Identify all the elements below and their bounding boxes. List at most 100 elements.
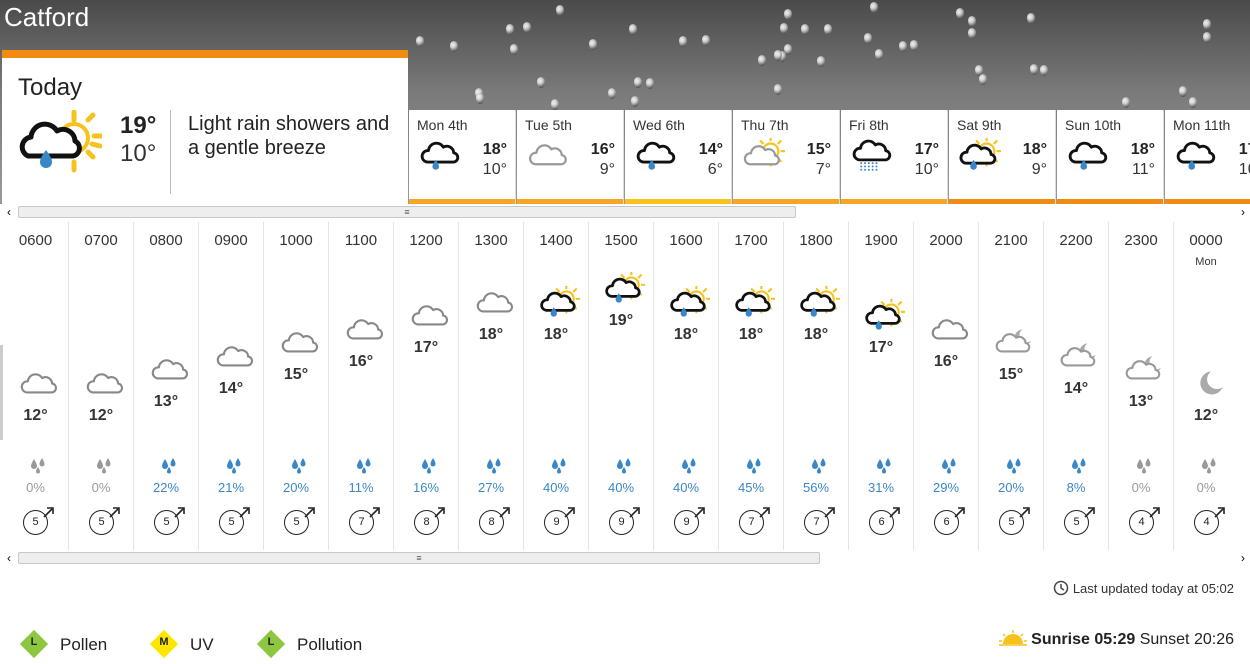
hour-column[interactable]: 1700 18° 45% 7 <box>718 222 783 550</box>
hour-column[interactable]: 2300 13° 0% 4 <box>1108 222 1173 550</box>
sunrise-label: Sunrise <box>1031 631 1090 648</box>
day-high-temp: 17° <box>1238 141 1250 158</box>
hour-temperature: 17° <box>868 339 894 356</box>
light-rain-shower-sun-icon <box>538 284 582 325</box>
wind-direction-arrow-icon <box>758 506 770 524</box>
scroll-thumb[interactable]: ≡ <box>18 552 820 564</box>
scroll-right-arrow-icon[interactable]: › <box>1236 205 1250 219</box>
hour-temperature: 16° <box>348 353 374 370</box>
rain-drops-icon <box>353 458 373 479</box>
hour-column[interactable]: 1100 16° 11% 7 <box>328 222 393 550</box>
rain-drop-decoration <box>506 24 514 35</box>
hour-column[interactable]: 1600 18° 40% 9 <box>653 222 718 550</box>
hour-column[interactable]: 0700 12° 0% 5 <box>68 222 133 550</box>
today-panel[interactable]: Today 19° 10° Light rain showers and a g… <box>2 50 408 205</box>
hour-time: 1500 <box>604 232 638 249</box>
hour-time: 0800 <box>149 232 183 249</box>
rain-probability: 8% <box>1066 480 1086 495</box>
scroll-left-arrow-icon[interactable]: ‹ <box>2 205 16 219</box>
hour-column[interactable]: 0600 12° 0% 5 <box>3 222 68 550</box>
scroll-thumb[interactable]: ≡ <box>18 206 796 218</box>
scroll-left-arrow-icon[interactable]: ‹ <box>2 551 16 565</box>
hour-column[interactable]: 1800 18° 56% 7 <box>783 222 848 550</box>
day-name: Fri 8th <box>849 117 889 133</box>
rain-drop-decoration <box>1203 32 1211 43</box>
rain-drop-decoration <box>979 74 987 85</box>
rain-drop-decoration <box>1122 97 1130 108</box>
rain-drop-decoration <box>510 44 518 55</box>
hour-column[interactable]: 2200 14° 8% 5 <box>1043 222 1108 550</box>
grey-cloud-icon <box>525 138 569 178</box>
rain-drop-decoration <box>910 40 918 51</box>
uv-label[interactable]: UV <box>190 635 214 655</box>
hour-column[interactable]: 0800 13° 22% 5 <box>133 222 198 550</box>
day-name: Wed 6th <box>633 117 685 133</box>
day-card[interactable]: Mon 11th 17° 10° <box>1165 110 1250 205</box>
hour-temperature: 14° <box>218 380 244 397</box>
rain-drop-decoration <box>784 44 792 55</box>
hour-column[interactable]: 2100 15° 20% 5 <box>978 222 1043 550</box>
hourly-forecast: 0600 12° 0% 5 0700 12° 0% 5 0800 13° 22% 5 0900 14° 21… <box>3 222 1250 550</box>
rain-probability: 40% <box>607 480 635 495</box>
today-description: Light rain showers and a gentle breeze <box>188 113 390 159</box>
hour-column[interactable]: 2000 16° 29% 6 <box>913 222 978 550</box>
rain-probability: 45% <box>737 480 765 495</box>
pollution-badge[interactable]: L <box>256 629 286 659</box>
hour-column[interactable]: 1200 17° 16% 8 <box>393 222 458 550</box>
day-card[interactable]: Mon 4th 18° 10° <box>409 110 516 205</box>
hour-temperature: 18° <box>738 326 764 343</box>
day-card[interactable]: Thu 7th 15° 7° <box>733 110 840 205</box>
hour-column[interactable]: 1400 18° 40% 9 <box>523 222 588 550</box>
last-updated-text: Last updated today at 05:02 <box>1072 581 1234 596</box>
day-card[interactable]: Sun 10th 18° 11° <box>1057 110 1164 205</box>
sunset-time: 20:26 <box>1193 631 1234 648</box>
day-card[interactable]: Sat 9th 18° 9° <box>949 110 1056 205</box>
wind-direction-arrow-icon <box>1148 506 1160 524</box>
day-name: Thu 7th <box>741 117 789 133</box>
day-card[interactable]: Tue 5th 16° 9° <box>517 110 624 205</box>
hour-time: 1200 <box>409 232 443 249</box>
pollution-label[interactable]: Pollution <box>297 635 362 655</box>
rain-probability: 11% <box>348 480 374 495</box>
rain-probability: 40% <box>542 480 570 495</box>
pollen-label[interactable]: Pollen <box>60 635 107 655</box>
rain-drop-decoration <box>1203 19 1211 30</box>
day-high-temp: 17° <box>914 141 939 158</box>
hour-column[interactable]: 1900 17° 31% 6 <box>848 222 913 550</box>
days-scrollbar[interactable]: ‹ ≡ › <box>0 204 1250 220</box>
wind-direction-arrow-icon <box>368 506 380 524</box>
hour-column[interactable]: 0000 Mon 12° 0% 4 <box>1173 222 1238 550</box>
wind-direction-arrow-icon <box>563 506 575 524</box>
sunrise-icon <box>999 630 1028 646</box>
hours-scrollbar[interactable]: ‹ ≡ › <box>0 550 1250 566</box>
wind-direction-arrow-icon <box>238 506 250 524</box>
rain-drop-decoration <box>968 28 976 39</box>
hour-time: 0000 <box>1189 232 1223 249</box>
wind-direction-arrow-icon <box>303 506 315 524</box>
hour-column[interactable]: 1000 15° 20% 5 <box>263 222 328 550</box>
rain-drop-decoration <box>774 84 782 95</box>
pollen-badge[interactable]: L <box>19 629 49 659</box>
hour-time: 0900 <box>214 232 248 249</box>
day-card[interactable]: Fri 8th 17° 10° <box>841 110 948 205</box>
hour-column[interactable]: 0900 14° 21% 5 <box>198 222 263 550</box>
hour-time: 1900 <box>864 232 898 249</box>
rain-probability: 0% <box>26 480 45 495</box>
light-cloud-icon <box>408 299 450 338</box>
hour-column[interactable]: 1300 18° 27% 8 <box>458 222 523 550</box>
day-name: Sun 10th <box>1065 117 1122 133</box>
rain-drop-decoration <box>679 36 687 47</box>
rain-drops-icon <box>93 458 113 479</box>
rain-probability: 56% <box>802 480 830 495</box>
uv-badge[interactable]: M <box>149 629 179 659</box>
rain-drop-decoration <box>551 99 559 110</box>
hour-time: 1100 <box>344 232 378 249</box>
wind-direction-arrow-icon <box>1018 506 1030 524</box>
day-name: Tue 5th <box>525 117 572 133</box>
scroll-right-arrow-icon[interactable]: › <box>1236 551 1250 565</box>
light-rain-shower-sun-icon <box>733 284 777 325</box>
rain-drop-decoration <box>801 24 809 35</box>
rain-drops-icon <box>1198 458 1218 479</box>
hour-column[interactable]: 1500 19° 40% 9 <box>588 222 653 550</box>
day-card[interactable]: Wed 6th 14° 6° <box>625 110 732 205</box>
